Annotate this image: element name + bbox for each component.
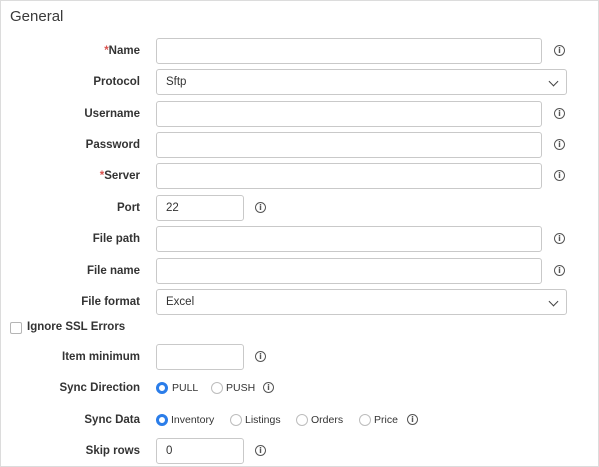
- protocol-label: Protocol: [93, 76, 140, 88]
- item-minimum-label: Item minimum: [62, 351, 140, 363]
- radio-inventory[interactable]: [156, 414, 168, 426]
- file-name-row: File name i: [1, 258, 599, 284]
- info-icon[interactable]: i: [255, 351, 266, 362]
- file-path-row: File path i: [1, 226, 599, 252]
- file-name-input[interactable]: [156, 258, 542, 284]
- name-label: *Name: [104, 45, 140, 57]
- info-icon[interactable]: i: [554, 233, 565, 244]
- password-input[interactable]: [156, 132, 542, 158]
- name-row: *Name i: [1, 38, 599, 64]
- form-panel: General *Name i Protocol Sftp Username i…: [0, 0, 599, 467]
- port-label: Port: [117, 202, 140, 214]
- info-icon[interactable]: i: [255, 202, 266, 213]
- protocol-select[interactable]: Sftp: [156, 69, 567, 95]
- file-format-row: File format Excel: [1, 289, 599, 315]
- info-icon[interactable]: i: [407, 414, 418, 425]
- server-row: *Server i: [1, 163, 599, 189]
- skip-rows-row: Skip rows 0 i: [1, 438, 599, 464]
- file-format-value: Excel: [166, 296, 195, 308]
- file-path-label: File path: [92, 233, 140, 245]
- sync-direction-row: Sync Direction PULL PUSH i: [1, 375, 599, 401]
- server-label: *Server: [99, 170, 140, 182]
- radio-orders-label: Orders: [311, 414, 344, 426]
- radio-orders[interactable]: [296, 414, 308, 426]
- sync-direction-label: Sync Direction: [59, 382, 140, 394]
- info-icon[interactable]: i: [554, 139, 565, 150]
- info-icon[interactable]: i: [554, 45, 565, 56]
- username-input[interactable]: [156, 101, 542, 127]
- info-icon[interactable]: i: [554, 265, 565, 276]
- file-format-label: File format: [81, 296, 140, 308]
- info-icon[interactable]: i: [255, 445, 266, 456]
- server-input[interactable]: [156, 163, 542, 189]
- sync-data-row: Sync Data Inventory Listings Orders Pric…: [1, 407, 599, 433]
- file-format-select[interactable]: Excel: [156, 289, 567, 315]
- sync-data-label: Sync Data: [84, 414, 140, 426]
- port-row: Port 22 i: [1, 195, 599, 221]
- info-icon[interactable]: i: [554, 108, 565, 119]
- password-label: Password: [85, 139, 140, 151]
- password-row: Password i: [1, 132, 599, 158]
- name-input[interactable]: [156, 38, 542, 64]
- chevron-down-icon: [548, 296, 559, 307]
- item-minimum-row: Item minimum i: [1, 344, 599, 370]
- radio-price-label: Price: [374, 414, 398, 426]
- port-input[interactable]: 22: [156, 195, 244, 221]
- section-title: General: [10, 8, 64, 25]
- info-icon[interactable]: i: [263, 382, 274, 393]
- radio-price[interactable]: [359, 414, 371, 426]
- ignore-ssl-label: Ignore SSL Errors: [27, 321, 126, 333]
- username-label: Username: [84, 108, 140, 120]
- ignore-ssl-checkbox[interactable]: [10, 322, 22, 334]
- skip-rows-label: Skip rows: [85, 445, 140, 457]
- username-row: Username i: [1, 101, 599, 127]
- file-path-input[interactable]: [156, 226, 542, 252]
- skip-rows-input[interactable]: 0: [156, 438, 244, 464]
- radio-pull-label: PULL: [172, 382, 199, 394]
- radio-push-label: PUSH: [226, 382, 256, 394]
- radio-push[interactable]: [211, 382, 223, 394]
- info-icon[interactable]: i: [554, 170, 565, 181]
- protocol-value: Sftp: [166, 76, 187, 88]
- radio-listings-label: Listings: [245, 414, 281, 426]
- chevron-down-icon: [548, 76, 559, 87]
- radio-inventory-label: Inventory: [171, 414, 215, 426]
- item-minimum-input[interactable]: [156, 344, 244, 370]
- file-name-label: File name: [86, 265, 140, 277]
- radio-listings[interactable]: [230, 414, 242, 426]
- radio-pull[interactable]: [156, 382, 168, 394]
- protocol-row: Protocol Sftp: [1, 69, 599, 95]
